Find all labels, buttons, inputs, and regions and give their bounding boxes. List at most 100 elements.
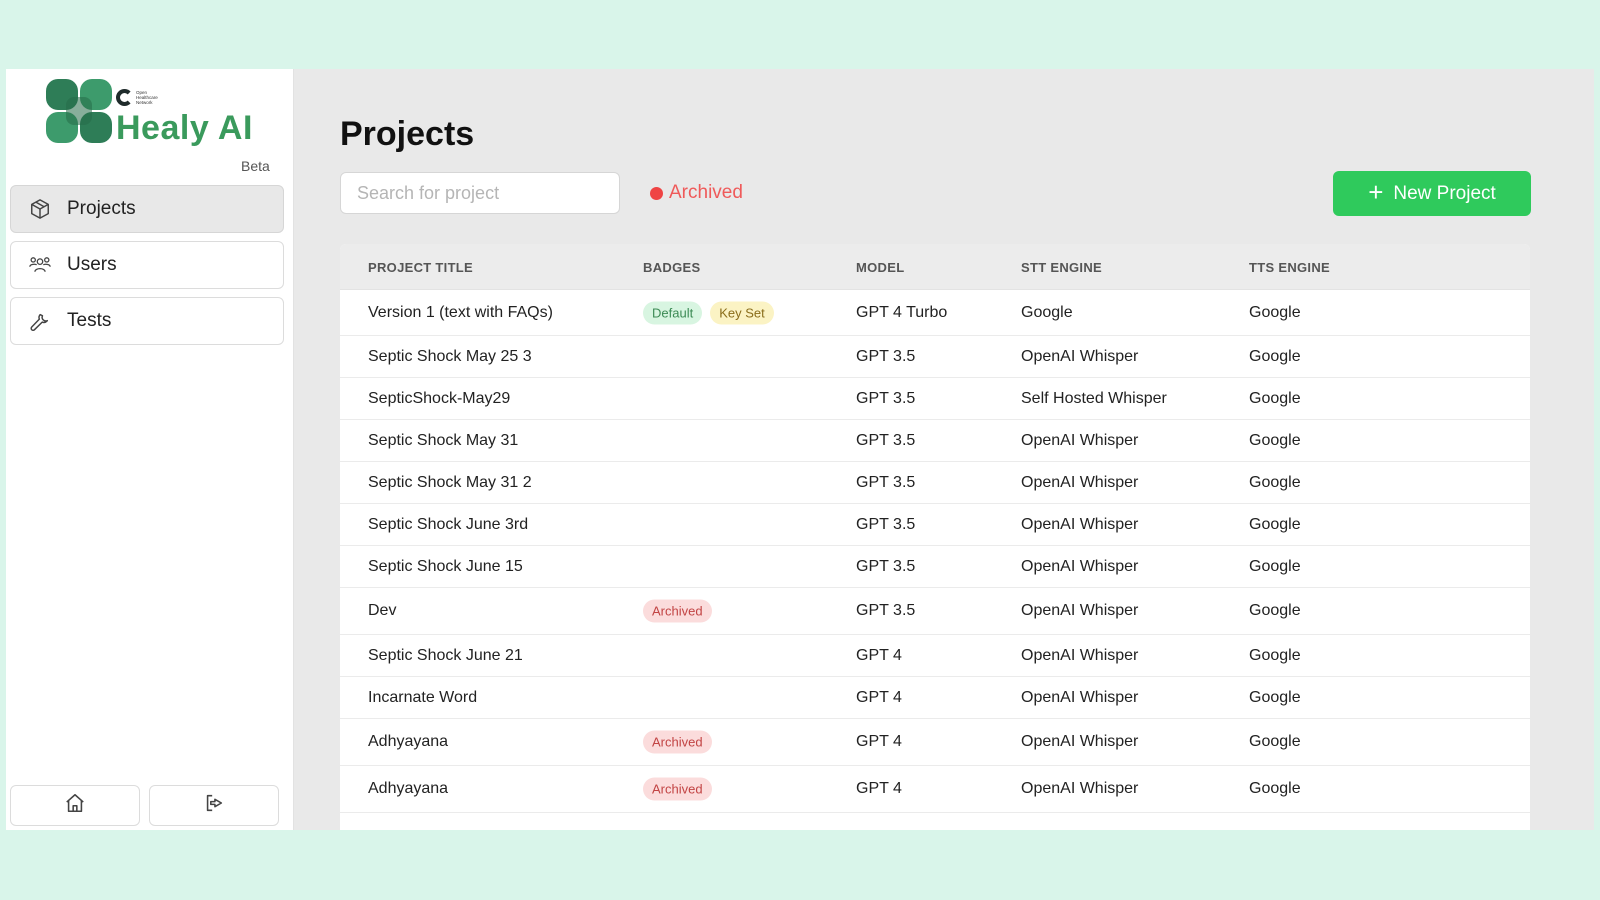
new-project-button[interactable]: + New Project: [1333, 171, 1531, 216]
tts-engine-cell: Google: [1249, 431, 1301, 449]
main-content: Projects Archived + New Project PROJECT …: [294, 69, 1594, 830]
tts-engine-cell: Google: [1249, 389, 1301, 407]
brand-name: Healy AI: [116, 109, 253, 147]
model-cell: GPT 3.5: [856, 473, 916, 491]
stt-engine-cell: OpenAI Whisper: [1021, 646, 1139, 664]
search-input[interactable]: [340, 172, 620, 214]
clover-logo-icon: [46, 79, 112, 143]
stt-engine-cell: Self Hosted Whisper: [1021, 389, 1167, 407]
model-cell: GPT 3.5: [856, 602, 916, 619]
badges-cell: Default Key Set: [643, 301, 774, 324]
stt-engine-cell: OpenAI Whisper: [1021, 733, 1139, 750]
project-title-cell: SepticShock-May29: [368, 389, 511, 407]
model-cell: GPT 4: [856, 646, 902, 664]
column-header-badges[interactable]: BADGES: [643, 260, 700, 275]
stt-engine-cell: OpenAI Whisper: [1021, 515, 1139, 533]
tts-engine-cell: Google: [1249, 303, 1301, 321]
tts-engine-cell: Google: [1249, 473, 1301, 491]
tts-engine-cell: Google: [1249, 780, 1301, 797]
projects-table: PROJECT TITLE BADGES MODEL STT ENGINE TT…: [340, 244, 1530, 830]
model-cell: GPT 3.5: [856, 389, 916, 407]
stt-engine-cell: OpenAI Whisper: [1021, 347, 1139, 365]
stt-engine-cell: OpenAI Whisper: [1021, 602, 1139, 619]
badges-cell: Archived: [643, 730, 712, 754]
table-row[interactable]: Adhyayana Archived GPT 4 OpenAI Whisper Goog…: [340, 766, 1530, 813]
model-cell: GPT 4: [856, 688, 902, 706]
stt-engine-cell: OpenAI Whisper: [1021, 557, 1139, 575]
column-header-model[interactable]: MODEL: [856, 260, 904, 275]
table-row[interactable]: Septic Shock May 25 3 GPT 3.5 OpenAI Whisp…: [340, 336, 1530, 378]
org-logo: Open Healthcare Network: [116, 89, 176, 106]
default-badge: Default: [643, 301, 703, 324]
table-row[interactable]: Septic Shock June 3rd GPT 3.5 OpenAI Whisp…: [340, 504, 1530, 546]
logout-button[interactable]: [149, 785, 279, 826]
sidebar-item-tests[interactable]: Tests: [10, 297, 284, 345]
sidebar-item-projects[interactable]: Projects: [10, 185, 284, 233]
archived-badge: Archived: [643, 730, 712, 754]
table-row[interactable]: Septic Shock June 15 GPT 3.5 OpenAI Whispe…: [340, 546, 1530, 588]
model-cell: GPT 3.5: [856, 515, 916, 533]
table-row[interactable]: Incarnate Word GPT 4 OpenAI Whisper Google: [340, 677, 1530, 719]
table-row[interactable]: SepticShock-May29 GPT 3.5 Self Hosted Whis…: [340, 378, 1530, 420]
project-title-cell: Adhyayana: [368, 733, 449, 750]
stt-engine-cell: OpenAI Whisper: [1021, 688, 1139, 706]
page-title: Projects: [340, 115, 475, 153]
keyset-badge: Key Set: [710, 301, 774, 324]
model-cell: GPT 4 Turbo: [856, 303, 948, 321]
table-header: PROJECT TITLE BADGES MODEL STT ENGINE TT…: [340, 244, 1530, 290]
home-icon: [64, 792, 86, 819]
sidebar-item-label: Projects: [67, 198, 136, 219]
stt-engine-cell: Google: [1021, 303, 1073, 321]
archived-badge: Archived: [643, 777, 712, 801]
tts-engine-cell: Google: [1249, 515, 1301, 533]
archived-badge: Archived: [643, 599, 712, 623]
project-title-cell: Septic Shock June 21: [368, 646, 523, 664]
table-row[interactable]: Septic Shock June 21 GPT 4 OpenAI Whisper G…: [340, 635, 1530, 677]
tts-engine-cell: Google: [1249, 602, 1301, 619]
project-title-cell: Septic Shock June 15: [368, 557, 523, 575]
home-button[interactable]: [10, 785, 140, 826]
users-icon: [29, 254, 51, 276]
project-title-cell: Version 1 (text with FAQs): [368, 303, 553, 321]
org-line-3: Network: [136, 100, 153, 105]
sidebar-item-label: Tests: [67, 310, 112, 331]
table-row[interactable]: Septic Shock May 31 GPT 3.5 OpenAI Whisper…: [340, 420, 1530, 462]
column-header-tts[interactable]: TTS ENGINE: [1249, 260, 1330, 275]
plus-icon: +: [1368, 177, 1384, 207]
sidebar: Open Healthcare Network Healy AI Beta Pr…: [6, 69, 294, 830]
tts-engine-cell: Google: [1249, 347, 1301, 365]
logo: Open Healthcare Network Healy AI Beta: [46, 79, 286, 174]
table-row[interactable]: Septic Shock May 31 2 GPT 3.5 OpenAI Whisp…: [340, 462, 1530, 504]
table-row[interactable]: Version 1 (text with FAQs) Default Key Set…: [340, 290, 1530, 336]
project-title-cell: Septic Shock May 31: [368, 431, 519, 449]
model-cell: GPT 3.5: [856, 431, 916, 449]
project-title-cell: Septic Shock May 31 2: [368, 473, 532, 491]
table-row[interactable]: Dev Archived GPT 3.5 OpenAI Whisper Google: [340, 588, 1530, 635]
project-title-cell: Incarnate Word: [368, 688, 478, 706]
wrench-icon: [29, 310, 51, 332]
archived-filter-label: Archived: [669, 182, 743, 203]
stt-engine-cell: OpenAI Whisper: [1021, 780, 1139, 797]
project-title-cell: Adhyayana: [368, 780, 449, 797]
column-header-stt[interactable]: STT ENGINE: [1021, 260, 1102, 275]
org-ring-icon: [116, 89, 133, 106]
tts-engine-cell: Google: [1249, 688, 1301, 706]
tts-engine-cell: Google: [1249, 557, 1301, 575]
archived-filter-toggle[interactable]: Archived: [642, 173, 751, 213]
sidebar-item-label: Users: [67, 254, 117, 275]
model-cell: GPT 4: [856, 733, 902, 750]
stt-engine-cell: OpenAI Whisper: [1021, 431, 1139, 449]
box-icon: [29, 198, 51, 220]
tts-engine-cell: Google: [1249, 733, 1301, 750]
project-title-cell: Dev: [368, 602, 397, 619]
beta-label: Beta: [241, 158, 270, 174]
sidebar-item-users[interactable]: Users: [10, 241, 284, 289]
column-header-title[interactable]: PROJECT TITLE: [368, 260, 473, 275]
app-window: Open Healthcare Network Healy AI Beta Pr…: [6, 69, 1594, 830]
project-title-cell: Septic Shock May 25 3: [368, 347, 532, 365]
new-project-label: New Project: [1393, 182, 1496, 204]
badges-cell: Archived: [643, 777, 712, 801]
table-row[interactable]: Adhyayana Archived GPT 4 OpenAI Whisper Goog…: [340, 719, 1530, 766]
tts-engine-cell: Google: [1249, 646, 1301, 664]
org-name: Open Healthcare Network: [136, 90, 176, 105]
